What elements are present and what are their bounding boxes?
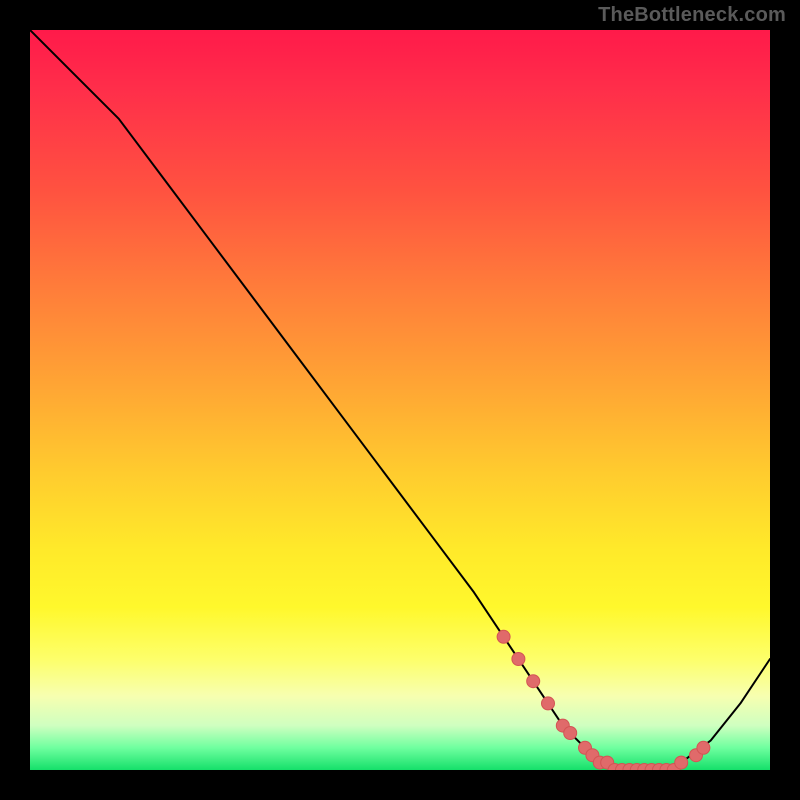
curve-markers <box>497 630 710 770</box>
curve-marker <box>675 756 688 769</box>
curve-marker <box>527 675 540 688</box>
chart-svg <box>30 30 770 770</box>
curve-marker <box>564 727 577 740</box>
curve-marker <box>512 653 525 666</box>
curve-marker <box>542 697 555 710</box>
bottleneck-curve <box>30 30 770 770</box>
plot-area <box>30 30 770 770</box>
curve-marker <box>697 741 710 754</box>
watermark-text: TheBottleneck.com <box>598 4 786 27</box>
chart-stage: TheBottleneck.com <box>0 0 800 800</box>
curve-marker <box>497 630 510 643</box>
